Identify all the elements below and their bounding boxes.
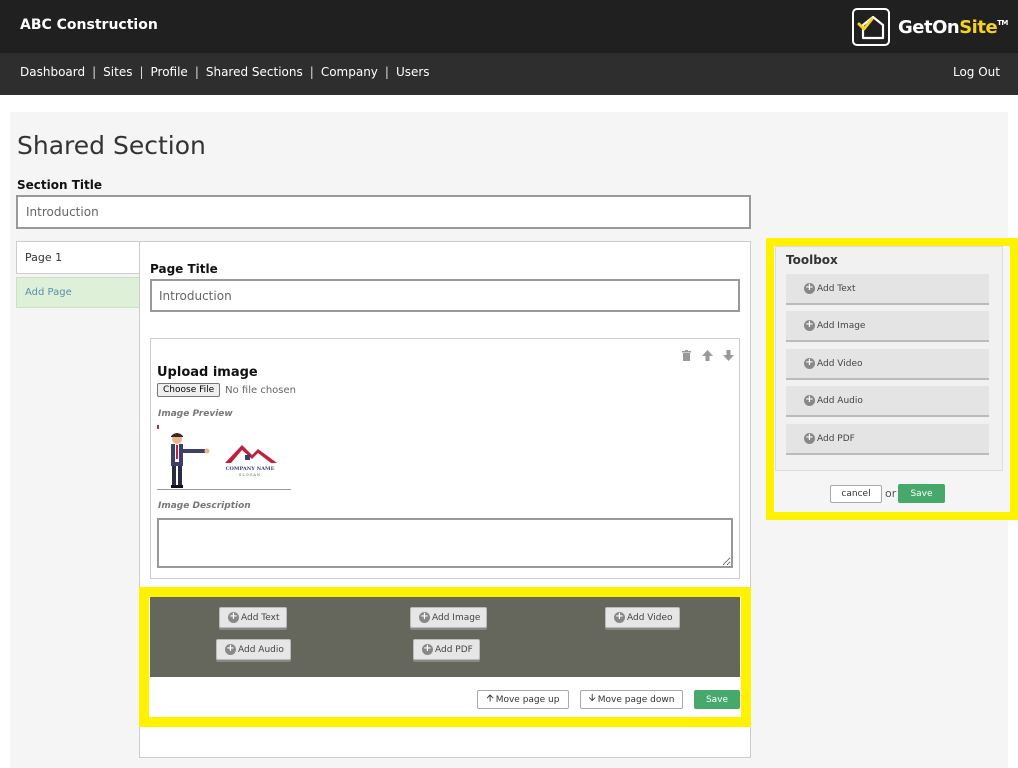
nav-sites[interactable]: Sites <box>103 65 132 79</box>
add-pdf-button[interactable]: + Add PDF <box>413 639 480 660</box>
choose-file-button[interactable]: Choose File <box>157 383 221 397</box>
plus-circle-icon: + <box>804 394 815 406</box>
add-page-button[interactable]: Add Page <box>16 277 140 308</box>
image-description-input[interactable] <box>157 518 733 568</box>
preview-image: COMPANY NAME SLOGAN <box>157 425 291 489</box>
page-title-label: Page Title <box>150 262 218 276</box>
main-nav: Dashboard | Sites | Profile | Shared Sec… <box>20 65 430 79</box>
trash-icon[interactable] <box>680 349 693 362</box>
toolbox-add-image[interactable]: + Add Image <box>786 311 989 342</box>
upload-image-label: Upload image <box>157 365 258 380</box>
section-title-label: Section Title <box>17 178 102 192</box>
plus-circle-icon: + <box>614 611 625 623</box>
nav-dashboard[interactable]: Dashboard <box>20 65 85 79</box>
add-audio-button[interactable]: + Add Audio <box>216 639 291 660</box>
toolbox-add-pdf[interactable]: + Add PDF <box>786 424 989 455</box>
nav-profile[interactable]: Profile <box>151 65 188 79</box>
nav-bar: Dashboard | Sites | Profile | Shared Sec… <box>0 53 1018 95</box>
toolbox-add-video[interactable]: + Add Video <box>786 349 989 380</box>
arrow-down-icon[interactable] <box>722 349 735 362</box>
file-status: No file chosen <box>225 384 296 396</box>
toolbox-title: Toolbox <box>786 253 838 267</box>
nav-company[interactable]: Company <box>321 65 378 79</box>
tab-page-1[interactable]: Page 1 <box>16 241 140 274</box>
toolbox-add-audio[interactable]: + Add Audio <box>786 386 989 417</box>
file-picker: Choose File No file chosen <box>157 383 296 397</box>
plus-circle-icon: + <box>804 319 815 331</box>
arrow-down-icon: 🡫 <box>588 693 596 704</box>
move-page-up-button[interactable]: 🡩 Move page up <box>477 690 569 709</box>
plus-circle-icon: + <box>228 611 239 623</box>
logout-link[interactable]: Log Out <box>953 65 1000 79</box>
add-image-button[interactable]: + Add Image <box>410 607 488 628</box>
plus-circle-icon: + <box>225 643 236 655</box>
nav-shared-sections[interactable]: Shared Sections <box>206 65 303 79</box>
page-title-input[interactable] <box>150 279 740 312</box>
section-title-input[interactable] <box>16 195 751 229</box>
image-preview-label: Image Preview <box>158 409 233 419</box>
toolbox-save-button[interactable]: Save <box>898 484 945 503</box>
image-description-label: Image Description <box>158 501 251 511</box>
plus-circle-icon: + <box>804 432 815 444</box>
cancel-button[interactable]: cancel <box>830 485 882 503</box>
add-text-button[interactable]: + Add Text <box>219 607 287 628</box>
logo-wordmark: GetOnSiteTM <box>898 16 1008 38</box>
move-page-down-button[interactable]: 🡫 Move page down <box>580 690 683 709</box>
preview-logo-line1: COMPANY NAME <box>226 466 275 472</box>
top-header: ABC Construction GetOnSiteTM <box>0 0 1018 53</box>
add-video-button[interactable]: + Add Video <box>605 607 680 628</box>
plus-circle-icon: + <box>804 282 815 294</box>
or-label: or <box>885 487 897 500</box>
arrow-up-icon: 🡩 <box>486 693 494 704</box>
house-check-icon <box>852 8 890 46</box>
save-page-button[interactable]: Save <box>694 690 740 709</box>
image-preview: COMPANY NAME SLOGAN <box>157 425 291 490</box>
nav-users[interactable]: Users <box>396 65 430 79</box>
arrow-up-icon[interactable] <box>701 349 714 362</box>
company-name: ABC Construction <box>20 17 158 33</box>
preview-logo-line2: SLOGAN <box>239 473 261 477</box>
plus-circle-icon: + <box>419 611 430 623</box>
geton-site-logo[interactable]: GetOnSiteTM <box>852 8 1008 46</box>
toolbox-add-text[interactable]: + Add Text <box>786 274 989 305</box>
plus-circle-icon: + <box>804 357 815 369</box>
page-title: Shared Section <box>17 131 206 160</box>
plus-circle-icon: + <box>422 643 433 655</box>
block-tools <box>680 349 735 362</box>
